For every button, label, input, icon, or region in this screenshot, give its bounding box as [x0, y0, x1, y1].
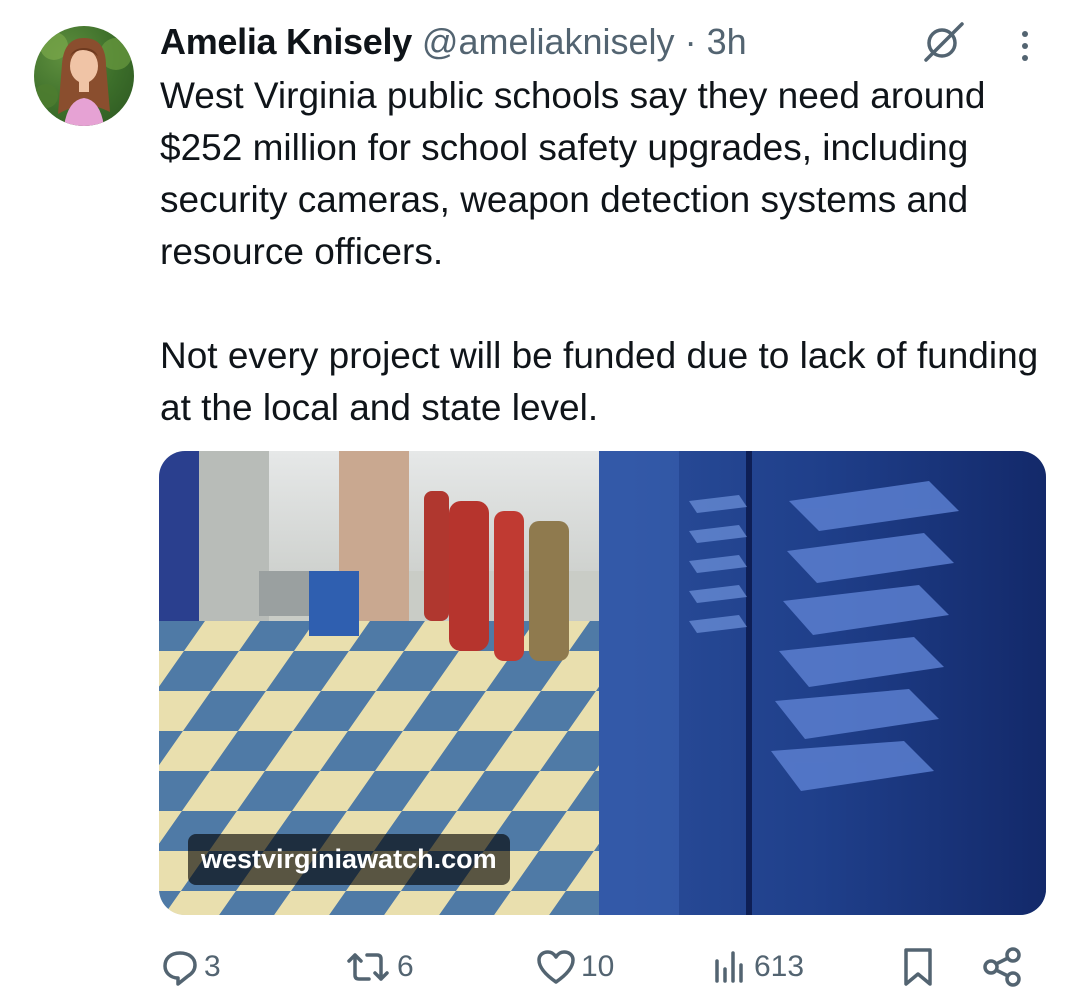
share-icon — [980, 945, 1024, 989]
views-button[interactable]: 613 — [710, 940, 804, 994]
like-icon — [535, 947, 577, 987]
views-count: 613 — [754, 950, 805, 983]
views-icon — [710, 947, 750, 987]
timestamp[interactable]: 3h — [707, 21, 747, 63]
share-button[interactable] — [980, 940, 1024, 994]
reply-button[interactable]: 3 — [160, 940, 221, 994]
tweet-text: West Virginia public schools say they ne… — [160, 70, 1050, 434]
separator-dot: · — [684, 21, 697, 62]
retweet-count: 6 — [397, 950, 414, 983]
user-handle[interactable]: @ameliaknisely — [422, 21, 675, 63]
display-name[interactable]: Amelia Knisely — [160, 21, 412, 63]
reply-count: 3 — [204, 950, 221, 983]
tweet-paragraph: West Virginia public schools say they ne… — [160, 75, 986, 272]
avatar[interactable] — [34, 26, 134, 126]
grok-icon[interactable] — [920, 18, 968, 66]
link-domain-badge[interactable]: westvirginiawatch.com — [188, 834, 510, 885]
link-card-image[interactable]: westvirginiawatch.com — [159, 451, 1046, 915]
bookmark-icon — [898, 945, 938, 989]
bookmark-button[interactable] — [898, 940, 938, 994]
more-options-icon[interactable] — [1008, 22, 1042, 66]
like-count: 10 — [581, 950, 615, 983]
action-bar: 3 6 10 613 — [0, 940, 1080, 994]
reply-icon — [160, 947, 200, 987]
like-button[interactable]: 10 — [535, 940, 614, 994]
tweet-header: Amelia Knisely @ameliaknisely · 3h — [160, 18, 747, 66]
retweet-icon — [343, 947, 393, 987]
tweet-paragraph: Not every project will be funded due to … — [160, 335, 1039, 428]
tweet-card: Amelia Knisely @ameliaknisely · 3h West … — [0, 0, 1080, 998]
retweet-button[interactable]: 6 — [343, 940, 414, 994]
